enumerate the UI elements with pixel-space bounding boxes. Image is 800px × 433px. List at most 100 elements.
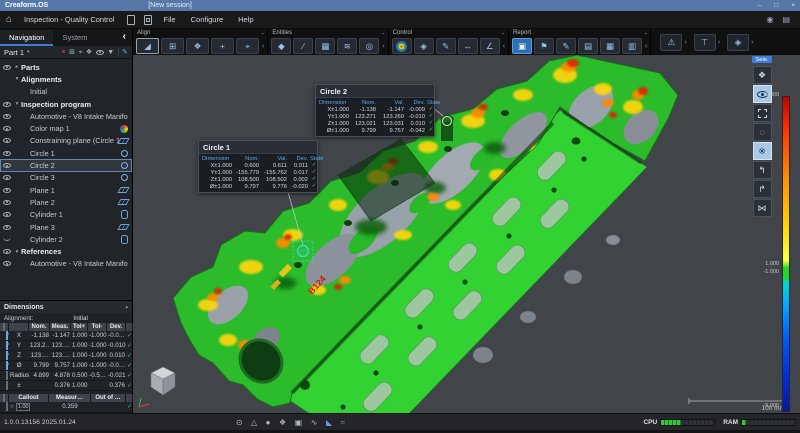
filter-icon[interactable]: ▼ (107, 49, 114, 56)
eye-icon[interactable] (3, 200, 11, 205)
angle-button[interactable]: ∠ (480, 38, 500, 54)
maximize-icon[interactable]: □ (774, 2, 778, 9)
entities-circles-button[interactable]: ◎ (359, 38, 379, 54)
tree-item-alignments[interactable]: Alignments (0, 73, 132, 85)
report-document-button[interactable]: ▥ (622, 38, 642, 54)
menu-help[interactable]: Help (235, 15, 256, 24)
tree-item-reference-cad[interactable]: Automotive - V8 Intake Manifold C… (0, 258, 132, 270)
tree-item-circle-3[interactable]: Circle 3 (0, 172, 132, 184)
tree-item-plane-3[interactable]: Plane 3 (0, 221, 132, 233)
tree-item-cad-model[interactable]: Automotive - V8 Intake Manifold C… (0, 110, 132, 122)
eye-icon[interactable] (3, 102, 11, 107)
eye-icon[interactable] (3, 249, 11, 254)
part-selector[interactable]: Part 1 (4, 48, 24, 57)
free-selection-button[interactable]: ◌ (753, 123, 772, 141)
callout-select-all-checkbox[interactable] (3, 394, 5, 402)
template-icon[interactable] (144, 15, 152, 25)
note-button[interactable]: ✎ (556, 38, 576, 54)
tree-item-cylinder-2[interactable]: Cylinder 2 (0, 233, 132, 245)
surface-selection-button[interactable]: ❖ (753, 66, 772, 84)
annotation-circle-2[interactable]: Circle 2 DimensionNom.Val.Dev.State X±1.… (315, 84, 435, 137)
entities-line-button[interactable]: ∕ (293, 38, 313, 54)
shrink-selection-button[interactable]: ↱ (753, 180, 772, 198)
eye-icon[interactable] (3, 163, 11, 168)
eye-icon[interactable] (3, 126, 11, 131)
row-checkbox[interactable] (6, 381, 8, 390)
section-collapse-icon[interactable]: ▪ (645, 30, 647, 37)
network-status-icon[interactable]: ◉ (766, 15, 773, 24)
row-checkbox[interactable] (6, 331, 8, 340)
distance-button[interactable]: ↔ (458, 38, 478, 54)
collapse-icon[interactable] (13, 249, 21, 255)
spline-icon[interactable]: ≈ (341, 418, 345, 427)
alerts-icon[interactable]: ⚠ (660, 34, 682, 51)
eye-icon[interactable] (3, 138, 11, 143)
model-3d[interactable]: B124 (133, 55, 800, 413)
menu-file[interactable]: File (161, 15, 179, 24)
entities-overflow-icon[interactable]: ‹ (382, 43, 384, 50)
tree-item-initial[interactable]: Initial (0, 86, 132, 98)
mesh-icon[interactable]: △ (251, 418, 257, 427)
collapse-panel-icon[interactable]: ▴ (125, 304, 128, 310)
alignment-value[interactable]: Initial (33, 315, 128, 322)
align-points-button[interactable]: + (211, 38, 234, 54)
eye-icon[interactable] (3, 151, 11, 156)
axes-icon[interactable]: ⌖ (78, 49, 82, 56)
rectangle-selection-button[interactable] (753, 104, 772, 122)
colormap-button[interactable] (392, 38, 412, 54)
eye-icon[interactable] (3, 225, 11, 230)
eye-closed-icon[interactable] (3, 237, 11, 241)
tree-item-color-map[interactable]: Color map 1 (0, 122, 132, 134)
tree-item-parts[interactable]: Parts (0, 61, 132, 73)
annotation-circle-1[interactable]: Circle 1 DimensionNom.Val.Dev.State X±1.… (198, 140, 318, 193)
menu-configure[interactable]: Configure (188, 15, 227, 24)
control-overflow-icon[interactable]: ‹ (503, 43, 505, 50)
select-all-checkbox[interactable] (3, 323, 5, 331)
entities-cross-sections-button[interactable]: ≋ (337, 38, 357, 54)
view-cube-expand-icon[interactable]: › (751, 39, 753, 46)
tree-item-constraining-plane[interactable]: Constraining plane (Circle 1) 1 (0, 135, 132, 147)
tree-item-inspection-program[interactable]: Inspection program (0, 98, 132, 110)
row-checkbox[interactable] (6, 371, 8, 380)
reset-icon[interactable]: × (61, 49, 65, 56)
align-probe-button[interactable]: ⌖ (236, 38, 259, 54)
grow-selection-button[interactable]: ↰ (753, 161, 772, 179)
align-grid-button[interactable]: ⊞ (161, 38, 184, 54)
snapshot-search-button[interactable]: ▣ (512, 38, 532, 54)
comparison-points-button[interactable]: ◈ (414, 38, 434, 54)
tree-item-circle-1[interactable]: Circle 1 (0, 147, 132, 159)
tree-item-circle-2[interactable]: Circle 2 (0, 159, 132, 171)
edit-icon[interactable]: ✎ (122, 49, 128, 56)
align-surfaces-button[interactable]: ◢ (136, 38, 159, 54)
eye-icon[interactable] (3, 212, 11, 217)
callout-checkbox[interactable] (6, 402, 8, 411)
section-collapse-icon[interactable]: ▪ (382, 30, 384, 37)
new-document-icon[interactable] (127, 15, 135, 25)
collapse-icon[interactable] (13, 101, 21, 107)
workflow-label[interactable]: Inspection - Quality Control (21, 15, 117, 24)
point-cloud-icon[interactable]: ● (266, 418, 271, 427)
image-capture-button[interactable]: ▦ (600, 38, 620, 54)
eye-icon[interactable] (3, 114, 11, 119)
session-timer-icon[interactable]: ⊙ (236, 418, 243, 427)
eye-icon[interactable] (3, 261, 11, 266)
alerts-expand-icon[interactable]: › (684, 39, 686, 46)
eye-icon[interactable] (3, 65, 11, 70)
row-checkbox[interactable] (6, 361, 8, 370)
report-overflow-icon[interactable]: ‹ (645, 43, 647, 50)
circle-2-marker[interactable] (441, 116, 454, 142)
table-report-button[interactable]: ▤ (578, 38, 598, 54)
cleanup-tool-icon[interactable]: ⊤ (694, 34, 716, 51)
visibility-icon[interactable] (96, 50, 104, 55)
viewport-3d[interactable]: B124 (133, 55, 800, 413)
tab-navigation[interactable]: Navigation (0, 30, 53, 46)
brush-icon[interactable]: ❖ (86, 49, 92, 56)
eye-icon[interactable] (3, 188, 11, 193)
collapse-icon[interactable] (13, 76, 21, 82)
tree-item-references[interactable]: References (0, 245, 132, 257)
flag-button[interactable]: ⚑ (534, 38, 554, 54)
invert-selection-button[interactable]: ⋈ (753, 199, 772, 217)
feedback-icon[interactable]: ▤ (782, 15, 790, 24)
expand-icon[interactable] (13, 64, 21, 70)
nav-cube[interactable] (151, 367, 175, 395)
